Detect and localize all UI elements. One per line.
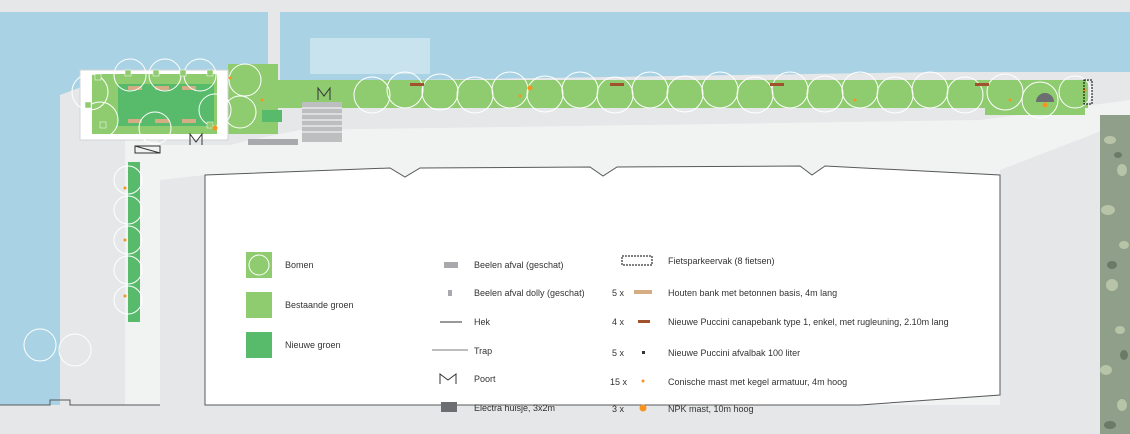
legend-label-stairs: Trap xyxy=(474,346,492,356)
new-green-swatch xyxy=(246,332,272,358)
green-corner xyxy=(228,64,278,134)
legend-count-npk-mast: 3 x xyxy=(612,404,625,414)
legend-label-electra: Electra huisje, 3x2m xyxy=(474,403,555,413)
building xyxy=(204,165,1001,406)
legend-count-waste-bin: 5 x xyxy=(612,348,625,358)
npk-mast-icon xyxy=(639,404,647,412)
sculpture-dolly-row xyxy=(248,139,298,145)
left-green-strip xyxy=(128,162,140,322)
legend-count-wooden-bench: 5 x xyxy=(612,288,625,298)
legend-label-npk-mast: NPK mast, 10m hoog xyxy=(668,404,754,414)
legend-label-fence: Hek xyxy=(474,317,491,327)
legend-label-sculpture-dolly: Beelen afval dolly (geschat) xyxy=(474,288,585,298)
existing-green-swatch xyxy=(246,292,272,318)
wooden-bench-icon xyxy=(634,290,652,294)
legend-label-existing-green: Bestaande groen xyxy=(285,300,354,310)
site-plan-map: Bomen Bestaande groen Nieuwe groen Beele… xyxy=(0,0,1130,434)
small-lamp-icon xyxy=(641,379,645,383)
waste-bin-icon xyxy=(642,351,645,354)
legend-label-new-green: Nieuwe groen xyxy=(285,340,341,350)
legend-label-sculpture: Beelen afval (geschat) xyxy=(474,260,564,270)
tree-icon xyxy=(246,252,272,278)
legend-label-waste-bin: Nieuwe Puccini afvalbak 100 liter xyxy=(668,348,800,358)
puccini-bench-icon xyxy=(638,320,650,323)
sculpture-dolly-icon xyxy=(448,290,452,296)
legend-label-small-lamp: Conische mast met kegel armatuur, 4m hoo… xyxy=(668,377,847,387)
new-green-patch xyxy=(262,110,282,122)
legend-label-wooden-bench: Houten bank met betonnen basis, 4m lang xyxy=(668,288,837,298)
legend-label-gate: Poort xyxy=(474,374,496,384)
gravel-strip xyxy=(1100,115,1130,434)
legend-count-small-lamp: 15 x xyxy=(610,377,628,387)
legend-label-bomen: Bomen xyxy=(285,260,314,270)
water-highlight xyxy=(310,38,430,74)
electra-house-icon xyxy=(441,402,457,412)
legend-count-puccini-bench: 4 x xyxy=(612,317,625,327)
sculpture-icon xyxy=(444,262,458,268)
legend-label-bike-parking: Fietsparkeervak (8 fietsen) xyxy=(668,256,775,266)
legend-label-puccini-bench: Nieuwe Puccini canapebank type 1, enkel,… xyxy=(668,317,949,327)
